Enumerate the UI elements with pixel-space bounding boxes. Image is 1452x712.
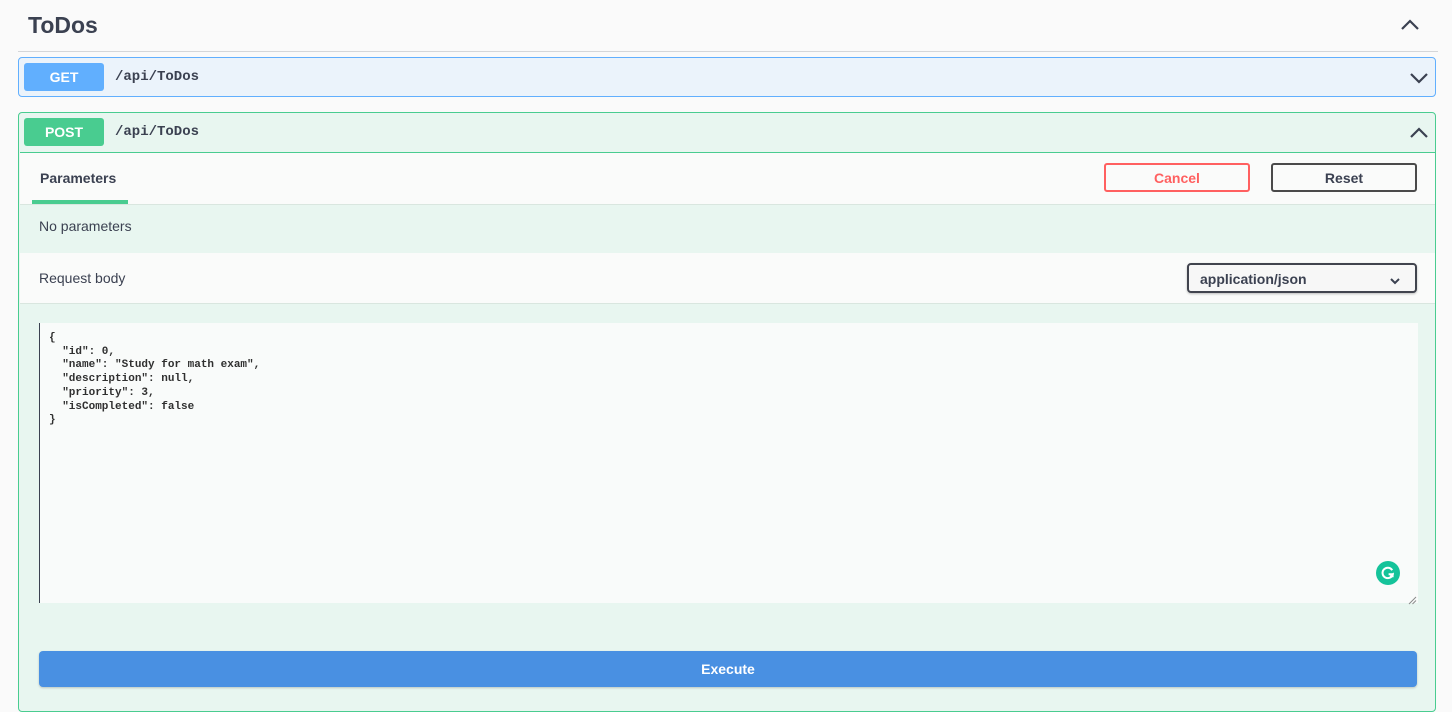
post-path: /api/ToDos xyxy=(115,124,200,140)
parameters-header: Parameters Cancel Reset xyxy=(20,152,1435,205)
post-method-badge: POST xyxy=(24,118,104,146)
reset-button[interactable]: Reset xyxy=(1271,163,1417,192)
tab-parameters-label: Parameters xyxy=(40,170,117,186)
resize-handle-icon[interactable] xyxy=(1407,592,1417,605)
request-body-editor[interactable]: { "id": 0, "name": "Study for math exam"… xyxy=(39,323,1418,605)
chevron-up-icon[interactable] xyxy=(1398,14,1422,36)
execute-button[interactable]: Execute xyxy=(39,651,1417,687)
content-type-select[interactable]: application/json xyxy=(1187,263,1417,293)
request-body-code[interactable]: { "id": 0, "name": "Study for math exam"… xyxy=(49,332,260,428)
no-parameters-text: No parameters xyxy=(39,218,132,234)
get-todos-summary[interactable]: GET /api/ToDos xyxy=(19,58,1435,97)
chevron-down-icon[interactable] xyxy=(1409,68,1429,88)
no-parameters-row: No parameters xyxy=(20,204,1435,253)
section-title: ToDos xyxy=(28,12,98,38)
content-type-value: application/json xyxy=(1200,271,1307,287)
cancel-button[interactable]: Cancel xyxy=(1104,163,1250,192)
request-body-header: Request body application/json xyxy=(20,253,1435,304)
grammarly-icon[interactable] xyxy=(1376,561,1400,585)
section-header[interactable]: ToDos xyxy=(18,0,1438,52)
post-todos-operation: POST /api/ToDos Parameters Cancel Reset … xyxy=(18,112,1436,712)
get-path: /api/ToDos xyxy=(115,69,200,85)
chevron-down-icon xyxy=(1389,273,1401,285)
post-todos-summary[interactable]: POST /api/ToDos xyxy=(19,113,1435,152)
tab-parameters[interactable]: Parameters xyxy=(32,153,128,204)
request-body-label: Request body xyxy=(39,270,126,286)
get-method-badge: GET xyxy=(24,63,104,91)
get-todos-operation: GET /api/ToDos xyxy=(18,57,1436,97)
chevron-up-icon[interactable] xyxy=(1409,123,1429,143)
